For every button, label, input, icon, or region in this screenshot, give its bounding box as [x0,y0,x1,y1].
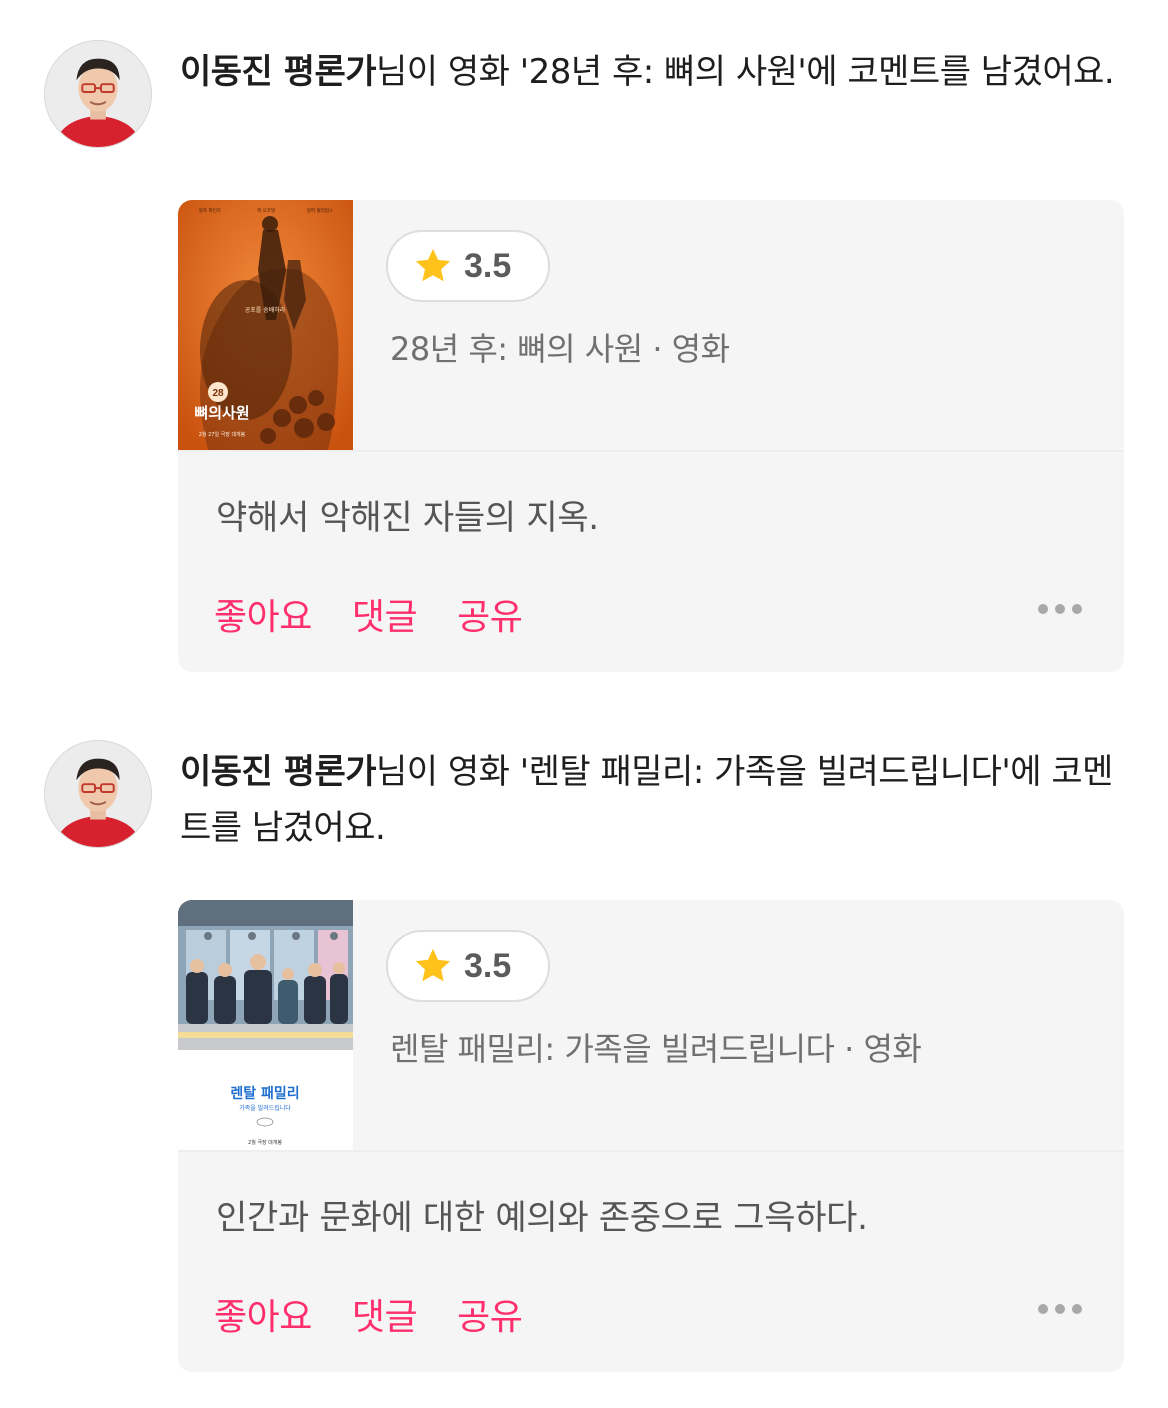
movie-poster[interactable]: 28 뼈의사원 공포를 숭배하라 2월 27일 극장 대개봉 랄프 파인즈 잭 … [178,200,353,450]
poster-image: 렌탈 패밀리 가족을 빌려드립니다 2월 극장 대개봉 [178,900,353,1150]
rating-badge: 3.5 [386,930,550,1002]
poster-tagline: 공포를 숭배하라 [245,306,286,314]
comment-card[interactable]: 28 뼈의사원 공포를 숭배하라 2월 27일 극장 대개봉 랄프 파인즈 잭 … [178,200,1124,672]
avatar[interactable] [44,740,152,848]
more-icon[interactable] [1038,1304,1082,1314]
star-icon [415,248,451,282]
rating-badge: 3.5 [386,230,550,302]
action-bar: 좋아요 댓글 공유 [214,1288,562,1340]
like-button[interactable]: 좋아요 [214,588,312,640]
headline-text: 님이 영화 '28년 후: 뼈의 사원'에 코멘트를 남겼어요. [376,52,1115,92]
author-name[interactable]: 이동진 평론가 [180,52,377,92]
poster-title: 렌탈 패밀리 [230,1085,299,1102]
avatar-photo [45,41,151,147]
divider [178,450,1124,452]
reply-button[interactable]: 댓글 [352,1288,418,1340]
reply-button[interactable]: 댓글 [352,588,418,640]
rating-value: 3.5 [464,946,512,985]
avatar-photo [45,741,151,847]
like-button[interactable]: 좋아요 [214,1288,312,1340]
share-button[interactable]: 공유 [457,588,523,640]
movie-poster[interactable]: 렌탈 패밀리 가족을 빌려드립니다 2월 극장 대개봉 [178,900,353,1150]
poster-number: 28 [212,388,224,399]
movie-meta[interactable]: 28년 후: 뼈의 사원 · 영화 [390,324,730,370]
comment-text[interactable]: 약해서 악해진 자들의 지옥. [216,490,599,539]
avatar[interactable] [44,40,152,148]
activity-headline: 이동진 평론가님이 영화 '렌탈 패밀리: 가족을 빌려드립니다'에 코멘트를 … [180,744,1130,856]
poster-credit: 알피 윌리엄스 [307,207,333,214]
more-icon[interactable] [1038,604,1082,614]
poster-release: 2월 극장 대개봉 [248,1139,282,1146]
movie-summary[interactable]: 렌탈 패밀리 가족을 빌려드립니다 2월 극장 대개봉 3.5 렌탈 패밀리: … [178,900,1124,1150]
poster-image: 28 뼈의사원 공포를 숭배하라 2월 27일 극장 대개봉 랄프 파인즈 잭 … [178,200,353,450]
star-icon [415,948,451,982]
rating-value: 3.5 [464,246,512,285]
poster-title: 뼈의사원 [194,404,249,422]
divider [178,1150,1124,1152]
poster-subtitle: 가족을 빌려드립니다 [239,1104,291,1112]
author-name[interactable]: 이동진 평론가 [180,752,377,792]
comment-text[interactable]: 인간과 문화에 대한 예의와 존중으로 그윽하다. [216,1190,868,1239]
poster-release: 2월 27일 극장 대개봉 [199,431,246,438]
movie-meta[interactable]: 렌탈 패밀리: 가족을 빌려드립니다 · 영화 [390,1024,922,1070]
poster-credit: 잭 오코넬 [257,207,275,214]
poster-credit: 랄프 파인즈 [199,207,221,214]
action-bar: 좋아요 댓글 공유 [214,588,562,640]
comment-card[interactable]: 렌탈 패밀리 가족을 빌려드립니다 2월 극장 대개봉 3.5 렌탈 패밀리: … [178,900,1124,1372]
activity-headline: 이동진 평론가님이 영화 '28년 후: 뼈의 사원'에 코멘트를 남겼어요. [180,44,1130,100]
movie-summary[interactable]: 28 뼈의사원 공포를 숭배하라 2월 27일 극장 대개봉 랄프 파인즈 잭 … [178,200,1124,450]
share-button[interactable]: 공유 [457,1288,523,1340]
